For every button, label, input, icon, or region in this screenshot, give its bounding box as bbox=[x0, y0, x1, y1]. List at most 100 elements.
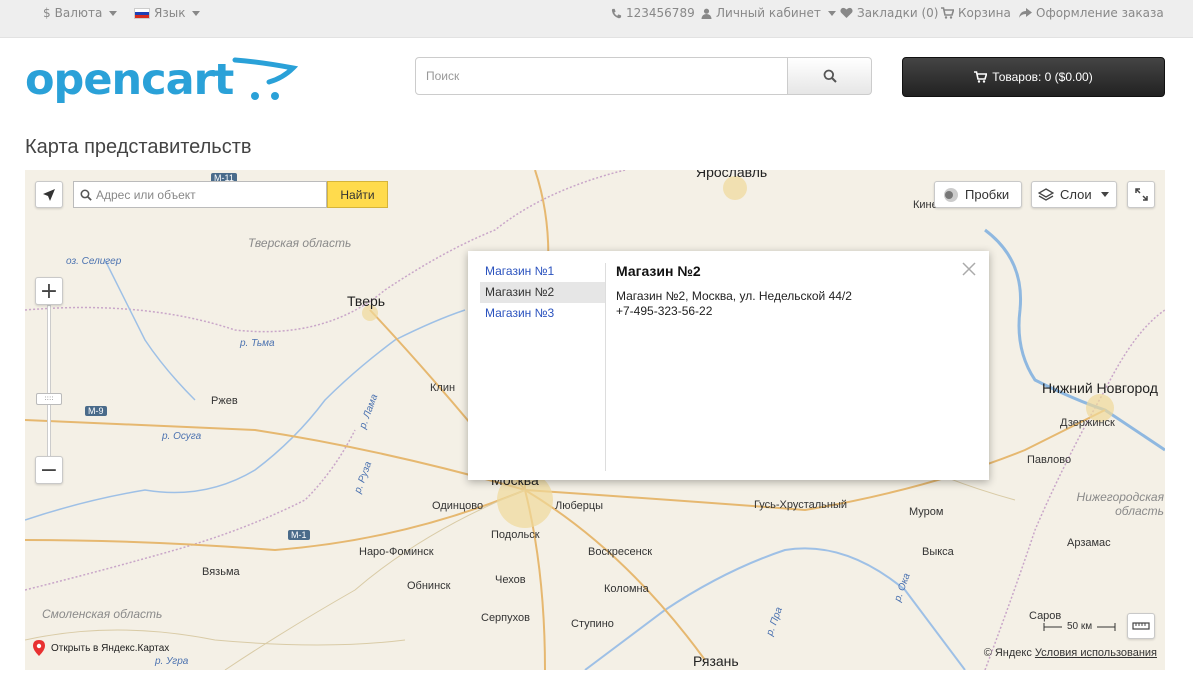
map-label-city: Дзержинск bbox=[1060, 417, 1115, 429]
top-bar: $ Валюта Язык 123456789 Личный кабинет З… bbox=[0, 0, 1193, 38]
russian-flag-icon bbox=[134, 7, 150, 19]
store-phone: +7-495-323-56-22 bbox=[616, 304, 713, 318]
map-label-city: Обнинск bbox=[407, 580, 451, 592]
heart-icon bbox=[840, 7, 853, 18]
wishlist-link[interactable]: Закладки (0) bbox=[840, 6, 938, 20]
checkout-label: Оформление заказа bbox=[1036, 6, 1164, 20]
traffic-label: Пробки bbox=[965, 187, 1010, 202]
map-road-badge: M-1 bbox=[288, 530, 310, 540]
map-label-city: Муром bbox=[909, 506, 944, 518]
cart-label: Корзина bbox=[958, 6, 1011, 20]
minus-icon: − bbox=[39, 457, 59, 483]
geolocation-button[interactable] bbox=[35, 181, 63, 208]
address-placeholder: Адрес или объект bbox=[96, 187, 196, 202]
map-label-river: р. Осуга bbox=[162, 431, 202, 442]
language-label: Язык bbox=[154, 6, 186, 20]
fullscreen-button[interactable] bbox=[1127, 181, 1155, 208]
account-dropdown[interactable]: Личный кабинет bbox=[701, 6, 836, 20]
zoom-track[interactable] bbox=[47, 305, 51, 460]
chevron-down-icon bbox=[192, 10, 201, 16]
map-label-city: Нижний Новгород bbox=[1042, 380, 1158, 396]
store-list-item[interactable]: Магазин №1 bbox=[480, 261, 606, 282]
shopping-cart-icon bbox=[974, 71, 988, 83]
phone-link[interactable]: 123456789 bbox=[611, 6, 695, 20]
find-button-label: Найти bbox=[340, 187, 375, 202]
map-label-region: Тверская область bbox=[248, 236, 352, 250]
layers-icon bbox=[1038, 187, 1054, 201]
page-title: Карта представительств bbox=[25, 136, 252, 158]
map-copyright: © Яндекс Условия использования bbox=[984, 647, 1157, 659]
language-dropdown[interactable]: Язык bbox=[134, 6, 201, 20]
map-find-button[interactable]: Найти bbox=[327, 181, 388, 208]
share-arrow-icon bbox=[1019, 7, 1032, 18]
scale-label: 50 км bbox=[1067, 621, 1093, 632]
terms-of-use-link[interactable]: Условия использования bbox=[1035, 647, 1157, 659]
close-icon[interactable] bbox=[961, 261, 977, 277]
zoom-slider-handle[interactable]: :::: bbox=[36, 393, 62, 405]
search-icon bbox=[80, 189, 92, 201]
map-label-city: Серпухов bbox=[481, 612, 530, 624]
logo-cart-icon bbox=[232, 57, 299, 100]
zoom-control: + :::: − bbox=[35, 277, 63, 487]
layers-label: Слои bbox=[1060, 187, 1092, 202]
store-list-item[interactable]: Магазин №3 bbox=[480, 303, 606, 324]
store-address: Магазин №2, Москва, ул. Недельской 44/2 bbox=[616, 289, 852, 303]
currency-dropdown[interactable]: $ Валюта bbox=[43, 6, 118, 20]
map-label-city: Ржев bbox=[211, 395, 238, 407]
cart-link[interactable]: Корзина bbox=[941, 6, 1011, 20]
map-label-river: р. Тьма bbox=[240, 338, 275, 349]
wishlist-label: Закладки (0) bbox=[857, 6, 939, 20]
store-list-item-active[interactable]: Магазин №2 bbox=[480, 282, 606, 303]
map-label-city: Коломна bbox=[604, 583, 649, 595]
chevron-down-icon bbox=[827, 10, 836, 16]
checkout-link[interactable]: Оформление заказа bbox=[1019, 6, 1164, 20]
balloon-divider bbox=[605, 263, 606, 471]
yandex-map[interactable]: Ярославль Кинешма Тверь Клин Ржев Нижний… bbox=[25, 170, 1165, 670]
account-label: Личный кабинет bbox=[716, 6, 821, 20]
ruler-button[interactable] bbox=[1127, 613, 1155, 639]
opencart-logo[interactable]: opencart bbox=[25, 54, 300, 110]
scale-bar-right bbox=[1097, 622, 1116, 631]
search-input[interactable] bbox=[415, 57, 788, 95]
map-label-city: Арзамас bbox=[1067, 537, 1111, 549]
map-label-city: Тверь bbox=[347, 293, 386, 309]
map-label-city: Воскресенск bbox=[588, 546, 653, 558]
phone-icon bbox=[611, 8, 622, 18]
map-label-city: Чехов bbox=[495, 574, 526, 586]
open-in-yandex-link[interactable]: Открыть в Яндекс.Картах bbox=[33, 640, 169, 656]
ruler-icon bbox=[1132, 622, 1150, 630]
map-label-city: Люберцы bbox=[555, 500, 604, 512]
plus-icon: + bbox=[39, 278, 59, 304]
traffic-button[interactable]: Пробки bbox=[934, 181, 1022, 208]
map-scale: 50 км bbox=[1043, 621, 1116, 632]
map-label-region: Нижегородская область bbox=[1076, 490, 1164, 518]
dollar-icon: $ bbox=[43, 6, 51, 20]
currency-label: Валюта bbox=[54, 6, 103, 20]
map-label-city: Одинцово bbox=[432, 500, 484, 512]
map-label-region: Смоленская область bbox=[42, 607, 163, 621]
store-title: Магазин №2 bbox=[616, 263, 701, 279]
map-label-city: Рязань bbox=[693, 653, 739, 669]
zoom-in-button[interactable]: + bbox=[35, 277, 63, 305]
map-road-badge: M-9 bbox=[85, 406, 107, 416]
location-arrow-icon bbox=[43, 188, 55, 201]
map-label-city: Наро-Фоминск bbox=[359, 546, 434, 558]
map-label-river: р. Угра bbox=[155, 656, 189, 667]
map-label-city: Ярославль bbox=[696, 170, 768, 180]
store-list: Магазин №1 Магазин №2 Магазин №3 bbox=[480, 261, 606, 324]
layers-button[interactable]: Слои bbox=[1031, 181, 1117, 208]
search-icon bbox=[823, 69, 837, 83]
map-label-city: Вязьма bbox=[202, 566, 240, 578]
scale-bar-left bbox=[1043, 622, 1062, 631]
map-label-city: Клин bbox=[430, 382, 456, 394]
user-icon bbox=[701, 8, 712, 19]
map-address-search[interactable]: Адрес или объект bbox=[73, 181, 327, 208]
store-info-balloon: Магазин №1 Магазин №2 Магазин №3 Магазин… bbox=[468, 251, 989, 480]
map-label-city: Выкса bbox=[922, 546, 954, 558]
cart-button[interactable]: Товаров: 0 ($0.00) bbox=[902, 57, 1165, 97]
search-button[interactable] bbox=[788, 57, 872, 95]
chevron-down-icon bbox=[1100, 192, 1109, 197]
shopping-cart-icon bbox=[941, 7, 954, 19]
map-label-city: Ступино bbox=[571, 618, 614, 630]
zoom-out-button[interactable]: − bbox=[35, 456, 63, 484]
